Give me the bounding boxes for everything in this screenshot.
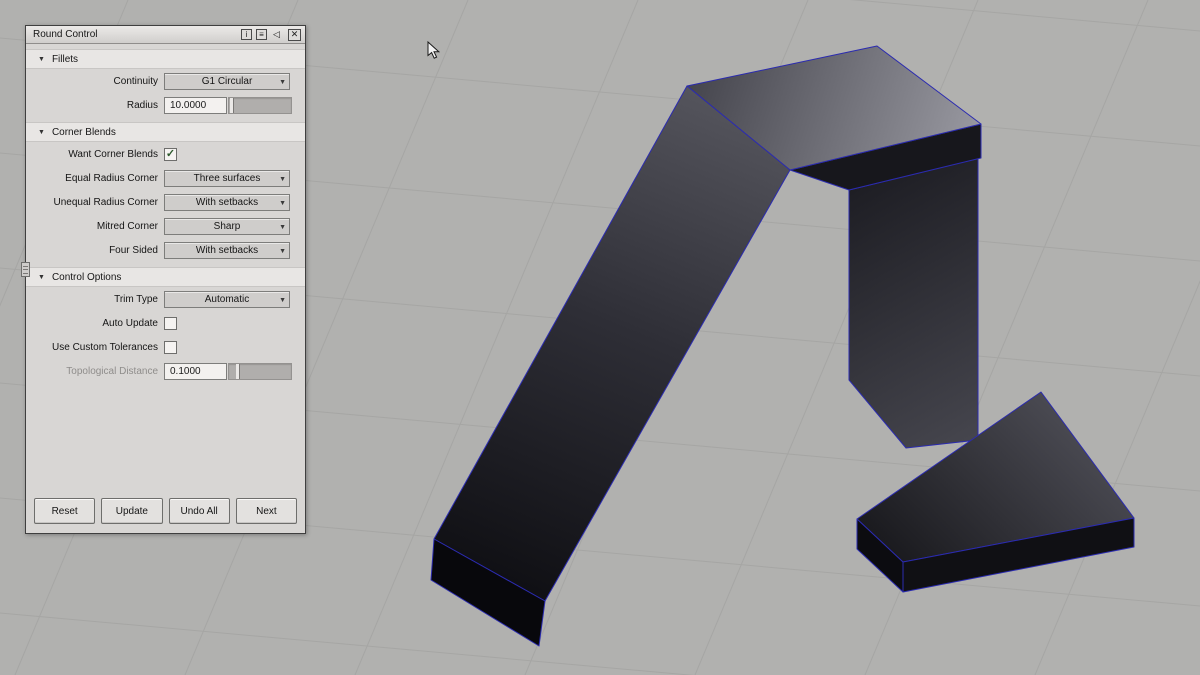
mitred-corner-value: Sharp [213, 220, 241, 232]
mitred-corner-dropdown[interactable]: Sharp ▼ [164, 217, 290, 235]
continuity-value: G1 Circular [201, 75, 253, 87]
list-icon[interactable]: ≡ [256, 29, 267, 40]
auto-update-checkbox[interactable] [164, 316, 177, 330]
undo-all-button[interactable]: Undo All [168, 498, 230, 524]
section-header-fillets[interactable]: ▼ Fillets [26, 49, 305, 69]
slider-thumb[interactable] [230, 97, 234, 113]
use-custom-tolerances-checkbox[interactable] [164, 340, 177, 354]
row-continuity: Continuity G1 Circular ▼ [26, 69, 305, 93]
unequal-radius-corner-value: With setbacks [195, 196, 259, 208]
continuity-label: Continuity [113, 75, 158, 87]
reset-button[interactable]: Reset [34, 498, 96, 524]
window-title: Round Control [33, 29, 98, 40]
section-label: Corner Blends [51, 126, 116, 138]
next-button[interactable]: Next [235, 498, 297, 524]
model-left-beam-face[interactable] [433, 85, 791, 602]
window-titlebar[interactable]: Round Control i ≡ ◁ ✕ [26, 26, 305, 44]
row-trim-type: Trim Type Automatic ▼ [26, 287, 305, 311]
section-collapse-icon: ▼ [38, 273, 45, 281]
chevron-down-icon: ▼ [279, 199, 286, 207]
mitred-corner-label: Mitred Corner [96, 220, 158, 232]
row-auto-update: Auto Update [26, 311, 305, 335]
close-icon[interactable]: ✕ [288, 28, 301, 41]
radius-label: Radius [126, 99, 158, 111]
auto-update-label: Auto Update [102, 317, 158, 329]
section-header-control-options[interactable]: ▼ Control Options [26, 267, 305, 287]
chevron-down-icon: ▼ [279, 78, 286, 86]
section-label: Control Options [51, 271, 122, 283]
want-corner-blends-label: Want Corner Blends [68, 148, 158, 160]
row-four-sided: Four Sided With setbacks ▼ [26, 238, 305, 262]
chevron-down-icon: ▼ [279, 296, 286, 304]
slider-thumb[interactable] [236, 363, 240, 379]
trim-type-value: Automatic [204, 293, 250, 305]
row-want-corner-blends: Want Corner Blends ✓ [26, 142, 305, 166]
section-collapse-icon: ▼ [38, 55, 45, 63]
topological-distance-slider[interactable] [228, 362, 292, 380]
row-mitred-corner: Mitred Corner Sharp ▼ [26, 214, 305, 238]
use-custom-tolerances-label: Use Custom Tolerances [52, 341, 158, 353]
collapse-icon[interactable]: ◁ [271, 29, 282, 40]
model-right-leg-face[interactable] [848, 157, 979, 449]
row-equal-radius-corner: Equal Radius Corner Three surfaces ▼ [26, 166, 305, 190]
row-use-custom-tolerances: Use Custom Tolerances [26, 335, 305, 359]
info-icon[interactable]: i [241, 29, 252, 40]
chevron-down-icon: ▼ [279, 223, 286, 231]
panel-grip-handle[interactable] [21, 262, 30, 277]
3d-model[interactable] [430, 45, 1135, 647]
equal-radius-corner-dropdown[interactable]: Three surfaces ▼ [164, 169, 290, 187]
section-label: Fillets [51, 53, 79, 65]
want-corner-blends-checkbox[interactable]: ✓ [164, 147, 177, 161]
radius-slider[interactable] [228, 96, 292, 114]
row-radius: Radius [26, 93, 305, 117]
continuity-dropdown[interactable]: G1 Circular ▼ [164, 72, 290, 90]
update-button[interactable]: Update [101, 498, 163, 524]
chevron-down-icon: ▼ [279, 247, 286, 255]
row-topological-distance: Topological Distance [26, 359, 305, 383]
section-header-corner-blends[interactable]: ▼ Corner Blends [26, 122, 305, 142]
trim-type-label: Trim Type [114, 293, 158, 305]
round-control-window: Round Control i ≡ ◁ ✕ ▼ Fillets Continui… [21, 25, 306, 534]
four-sided-label: Four Sided [109, 244, 158, 256]
section-collapse-icon: ▼ [38, 128, 45, 136]
mouse-cursor [427, 40, 441, 59]
row-unequal-radius-corner: Unequal Radius Corner With setbacks ▼ [26, 190, 305, 214]
four-sided-dropdown[interactable]: With setbacks ▼ [164, 241, 290, 259]
button-row: Reset Update Undo All Next [34, 498, 297, 524]
equal-radius-corner-value: Three surfaces [193, 172, 261, 184]
equal-radius-corner-label: Equal Radius Corner [65, 172, 158, 184]
four-sided-value: With setbacks [195, 244, 259, 256]
topological-distance-input[interactable] [164, 362, 227, 380]
trim-type-dropdown[interactable]: Automatic ▼ [164, 290, 290, 308]
chevron-down-icon: ▼ [279, 175, 286, 183]
unequal-radius-corner-label: Unequal Radius Corner [53, 196, 158, 208]
unequal-radius-corner-dropdown[interactable]: With setbacks ▼ [164, 193, 290, 211]
radius-input[interactable] [164, 96, 227, 114]
topological-distance-label: Topological Distance [66, 365, 158, 377]
